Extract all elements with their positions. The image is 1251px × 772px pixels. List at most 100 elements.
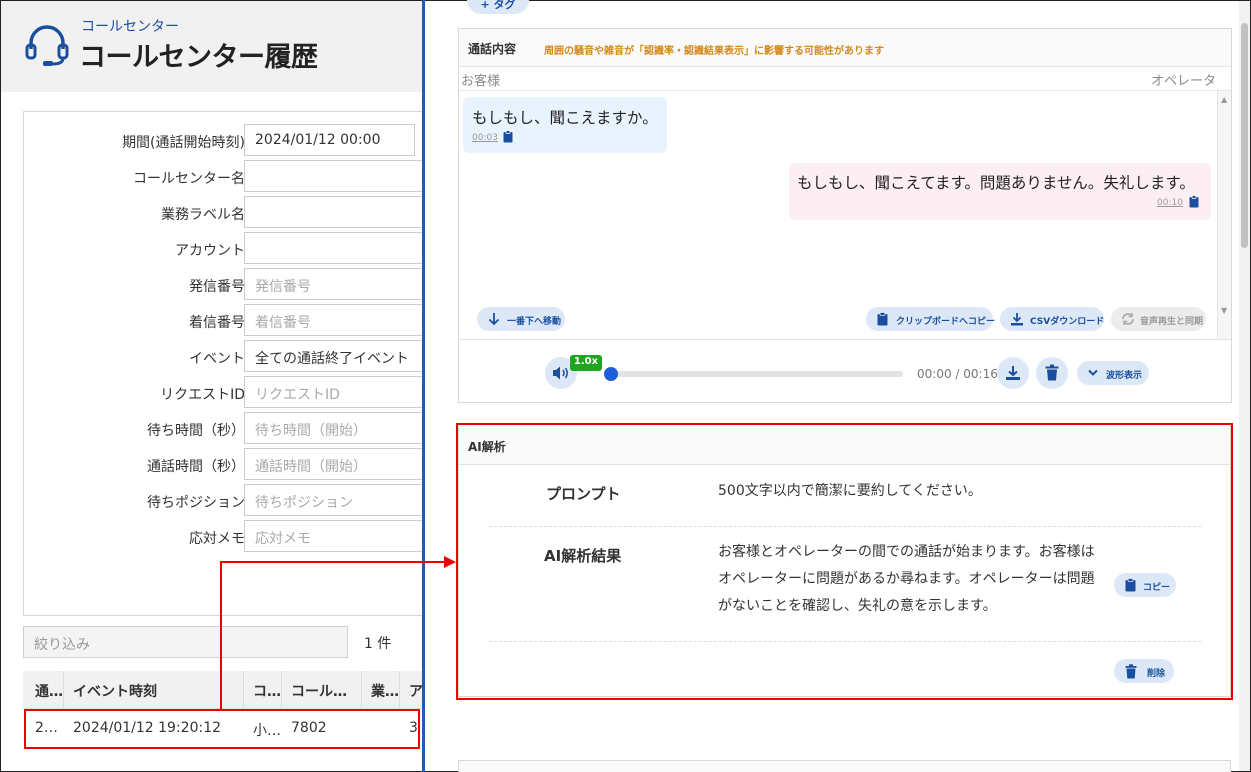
playback-speed-badge[interactable]: 1.0x — [570, 355, 602, 371]
annotation-line — [220, 561, 446, 563]
filter-label: 着信番号 — [189, 315, 245, 331]
filter-row: 着信番号 着信番号 — [23, 304, 422, 336]
filter-input[interactable]: 待ちポジション — [244, 484, 422, 516]
table-cell: 2024/01/12 19:20:12 — [73, 720, 222, 736]
audio-delete-button[interactable] — [1036, 357, 1068, 389]
filter-label: コールセンター名 — [133, 171, 245, 187]
clipboard-icon — [1125, 578, 1136, 592]
filter-row: 発信番号 発信番号 — [23, 268, 422, 300]
operator-message: もしもし、聞こえてます。問題ありません。失礼します。 00:10 — [789, 163, 1211, 220]
sync-playback-button[interactable]: 音声再生と同期 — [1111, 307, 1206, 331]
filter-input[interactable]: 2024/01/12 00:00 — [244, 124, 415, 156]
col-header[interactable]: 通… — [35, 681, 63, 701]
tag-button[interactable]: + タグ — [467, 0, 529, 14]
ai-copy-button[interactable]: コピー — [1114, 573, 1176, 597]
filter-row: リクエストID リクエストID — [23, 376, 422, 408]
copy-clipboard-button[interactable]: クリップボードへコピー — [866, 307, 995, 331]
audio-player: 1.0x 00:00 / 00:16 波形表示 — [459, 339, 1231, 403]
filter-input[interactable] — [244, 196, 422, 228]
filter-label: 期間(通話開始時刻) — [122, 135, 245, 151]
left-pane: コールセンター コールセンター履歴 絞り込み 1 件 通… イベント時刻 コ… … — [1, 1, 422, 771]
filter-label: 待ちポジション — [147, 495, 245, 511]
trash-icon — [1045, 364, 1059, 381]
filter-row: 待ち時間（秒） 待ち時間（開始） — [23, 412, 422, 444]
ai-analysis-title: AI解析 — [468, 440, 506, 454]
table-cell: 7802 — [291, 720, 327, 736]
scroll-bottom-button[interactable]: 一番下へ移動 — [477, 307, 565, 331]
page-scrollbar[interactable] — [1239, 1, 1250, 771]
ai-analysis-header: AI解析 — [459, 425, 1230, 465]
col-header[interactable]: イベント時刻 — [73, 681, 157, 701]
operator-label: オペレータ — [1151, 74, 1217, 89]
filter-input[interactable] — [244, 160, 422, 192]
annotation-line — [220, 561, 222, 709]
filter-row: 待ちポジション 待ちポジション — [23, 484, 422, 516]
filter-input[interactable]: 待ち時間（開始） — [244, 412, 422, 444]
filter-label: リクエストID — [160, 387, 245, 403]
filter-row: イベント 全ての通話終了イベント — [23, 340, 422, 372]
filter-input[interactable]: 発信番号 — [244, 268, 422, 300]
result-label: AI解析結果 — [544, 547, 622, 565]
message-text: もしもし、聞こえますか。 — [472, 109, 658, 127]
call-content-header: 通話内容 周囲の騒音や雑音が「認識率・認識結果表示」に影響する可能性があります — [459, 29, 1231, 67]
audio-download-button[interactable] — [997, 357, 1029, 389]
divider — [489, 526, 1201, 527]
trash-icon — [1125, 664, 1137, 679]
filter-input[interactable]: 着信番号 — [244, 304, 422, 336]
csv-download-button[interactable]: CSVダウンロード — [1000, 307, 1104, 331]
download-icon — [1011, 313, 1023, 326]
customer-message: もしもし、聞こえますか。 00:03 — [463, 97, 667, 153]
filter-input[interactable]: リクエストID — [244, 376, 422, 408]
filter-row: コールセンター名 — [23, 160, 422, 192]
prompt-label: プロンプト — [546, 485, 621, 503]
filter-input[interactable]: 通話時間（開始） — [244, 448, 422, 480]
filter-row: 期間(通話開始時刻) 2024/01/12 00:00 — [23, 124, 422, 156]
clipboard-icon[interactable] — [1189, 195, 1199, 208]
message-timestamp[interactable]: 00:10 — [1157, 198, 1183, 208]
col-header[interactable]: 業… — [371, 681, 399, 701]
filter-input[interactable] — [244, 232, 422, 264]
result-text: お客様とオペレーターの間での通話が始まります。お客様は オペレーターに問題がある… — [718, 544, 1095, 614]
page-title: コールセンター履歴 — [79, 42, 318, 73]
noise-warning: 周囲の騒音や雑音が「認識率・認識結果表示」に影響する可能性があります — [544, 46, 884, 57]
chevron-down-icon — [1088, 369, 1098, 376]
ai-delete-button[interactable]: 削除 — [1114, 659, 1174, 683]
filter-label: 業務ラベル名 — [161, 207, 245, 223]
arrow-right-icon — [444, 556, 456, 568]
filter-label: 応対メモ — [189, 531, 245, 547]
transcript-scrollbar[interactable]: ▲ ▼ — [1217, 91, 1231, 339]
call-content-card: 通話内容 周囲の騒音や雑音が「認識率・認識結果表示」に影響する可能性があります … — [458, 28, 1232, 403]
col-header[interactable]: ア — [409, 681, 422, 701]
prompt-value: 500文字以内で簡潔に要約してください。 — [718, 483, 982, 499]
filter-input[interactable]: 応対メモ — [244, 520, 422, 552]
col-header[interactable]: コール… — [291, 681, 347, 701]
page-subtitle: コールセンター — [81, 19, 179, 35]
message-timestamp[interactable]: 00:03 — [472, 133, 498, 143]
transcript-area[interactable]: もしもし、聞こえますか。 00:03 もしもし、聞こえてます。問題ありません。失… — [459, 90, 1231, 339]
seek-handle[interactable] — [604, 367, 618, 381]
headset-icon — [25, 25, 69, 66]
table-cell: 3 — [409, 720, 418, 736]
seek-bar[interactable] — [609, 371, 903, 377]
result-count: 1 件 — [364, 636, 392, 652]
clipboard-icon[interactable] — [503, 130, 513, 143]
waveform-button[interactable]: 波形表示 — [1077, 361, 1149, 385]
filter-label: アカウント — [175, 243, 245, 259]
filter-input[interactable]: 全ての通話終了イベント — [244, 340, 422, 372]
filter-row: 業務ラベル名 — [23, 196, 422, 228]
col-header[interactable]: コ… — [253, 681, 281, 701]
scrollbar-thumb[interactable] — [1241, 23, 1248, 248]
message-text: もしもし、聞こえてます。問題ありません。失礼します。 — [797, 174, 1195, 192]
sync-icon — [1122, 313, 1134, 325]
customer-label: お客様 — [461, 74, 501, 89]
volume-icon — [553, 366, 568, 380]
next-card — [458, 760, 1231, 772]
filter-label: 発信番号 — [189, 279, 245, 295]
call-content-title: 通話内容 — [468, 42, 517, 56]
page-header: コールセンター コールセンター履歴 — [1, 1, 422, 92]
narrow-input[interactable]: 絞り込み — [23, 626, 348, 658]
filter-row: アカウント — [23, 232, 422, 264]
table-header: 通… イベント時刻 コ… コール… 業… ア — [23, 671, 422, 709]
table-row[interactable]: 2… 2024/01/12 19:20:12 小… 7802 3 — [23, 709, 422, 747]
table-cell: 2… — [35, 720, 58, 736]
